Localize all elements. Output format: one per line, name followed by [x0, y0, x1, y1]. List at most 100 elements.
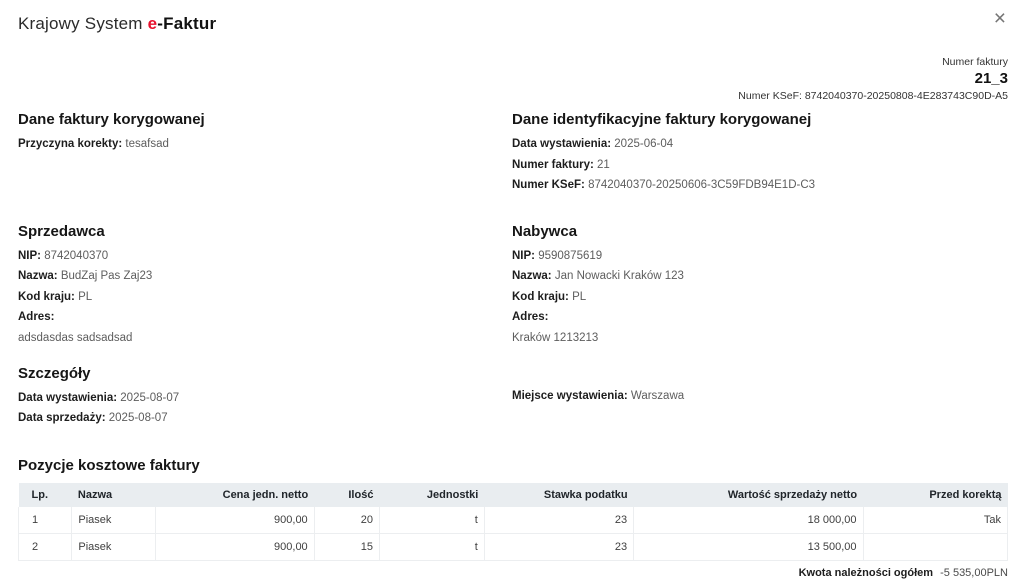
field-value: 2025-08-07	[120, 392, 179, 404]
field-label: Adres:	[512, 311, 548, 323]
corrected-invoice-heading: Dane faktury korygowanej	[18, 111, 512, 128]
cell-quantity: 15	[314, 533, 379, 560]
field-label: NIP:	[512, 250, 535, 262]
field-value: PL	[572, 291, 586, 303]
section-buyer: Nabywca NIP: 9590875619 Nazwa: Jan Nowac…	[512, 223, 1008, 344]
field-value: 8742040370	[44, 250, 108, 262]
seller-heading: Sprzedawca	[18, 223, 512, 240]
cell-tax-rate: 23	[484, 507, 633, 534]
buyer-heading: Nabywca	[512, 223, 1008, 240]
field-label: Przyczyna korekty:	[18, 138, 122, 150]
items-table-header-row: Lp. Nazwa Cena jedn. netto Ilość Jednost…	[19, 483, 1008, 507]
col-header-net-sale-value: Wartość sprzedaży netto	[634, 483, 863, 507]
section-issue-place: Miejsce wystawienia: Warszawa	[512, 365, 1008, 432]
items-table-heading: Pozycje kosztowe faktury	[18, 457, 1008, 474]
total-amount-row: Kwota należności ogółem -5 535,00PLN	[18, 567, 1008, 579]
invoice-number-value: 21_3	[18, 70, 1008, 87]
buyer-address-line: Kraków 1213213	[512, 332, 1008, 344]
field-buyer-nip: NIP: 9590875619	[512, 249, 1008, 265]
section-details: Szczegóły Data wystawienia: 2025-08-07 D…	[18, 365, 512, 432]
field-seller-country: Kod kraju: PL	[18, 290, 512, 306]
invoice-number-label: Numer faktury	[18, 56, 1008, 68]
field-label: Kod kraju:	[18, 291, 75, 303]
field-value: 9590875619	[538, 250, 602, 262]
field-buyer-name: Nazwa: Jan Nowacki Kraków 123	[512, 269, 1008, 285]
field-ksef-number: Numer KSeF: 8742040370-20250606-3C59FDB9…	[512, 178, 1008, 194]
field-label: NIP:	[18, 250, 41, 262]
field-correction-reason: Przyczyna korekty: tesafsad	[18, 137, 512, 153]
field-invoice-number: Numer faktury: 21	[512, 158, 1008, 174]
page-title-prefix: Krajowy System	[18, 14, 148, 33]
field-seller-address-label: Adres:	[18, 310, 512, 326]
col-header-unit-net-price: Cena jedn. netto	[156, 483, 314, 507]
invoice-view: Krajowy System e-Faktur × Numer faktury …	[0, 0, 1024, 446]
field-label: Miejsce wystawienia:	[512, 390, 628, 402]
corrected-ids-heading: Dane identyfikacyjne faktury korygowanej	[512, 111, 1008, 128]
field-label: Nazwa:	[512, 270, 552, 282]
field-label: Data wystawienia:	[512, 138, 611, 150]
section-seller: Sprzedawca NIP: 8742040370 Nazwa: BudZaj…	[18, 223, 512, 344]
field-label: Data wystawienia:	[18, 392, 117, 404]
section-corrected-invoice: Dane faktury korygowanej Przyczyna korek…	[18, 111, 512, 199]
col-header-before-correction: Przed korektą	[863, 483, 1007, 507]
field-value: 8742040370-20250606-3C59FDB94E1D-C3	[588, 179, 815, 191]
cell-units: t	[379, 507, 484, 534]
field-value: PL	[78, 291, 92, 303]
field-value: 2025-08-07	[109, 412, 168, 424]
cell-tax-rate: 23	[484, 533, 633, 560]
items-table: Lp. Nazwa Cena jedn. netto Ilość Jednost…	[18, 483, 1008, 561]
details-heading: Szczegóły	[18, 365, 512, 382]
seller-address-line: adsdasdas sadsadsad	[18, 332, 512, 344]
col-header-tax-rate: Stawka podatku	[484, 483, 633, 507]
field-details-issue-date: Data wystawienia: 2025-08-07	[18, 391, 512, 407]
section-corrected-invoice-ids: Dane identyfikacyjne faktury korygowanej…	[512, 111, 1008, 199]
section-row-parties: Sprzedawca NIP: 8742040370 Nazwa: BudZaj…	[18, 223, 1008, 344]
close-icon: ×	[994, 7, 1006, 30]
section-row-corrected: Dane faktury korygowanej Przyczyna korek…	[18, 111, 1008, 199]
cell-lp: 1	[19, 507, 72, 534]
close-button[interactable]: ×	[992, 8, 1008, 29]
col-header-name: Nazwa	[72, 483, 156, 507]
cell-before-correction	[863, 533, 1007, 560]
field-issue-place: Miejsce wystawienia: Warszawa	[512, 389, 1008, 405]
field-label: Kod kraju:	[512, 291, 569, 303]
cell-lp: 2	[19, 533, 72, 560]
brand-rest: -Faktur	[157, 14, 216, 33]
field-label: Numer KSeF:	[512, 179, 585, 191]
field-value: BudZaj Pas Zaj23	[61, 270, 152, 282]
cell-units: t	[379, 533, 484, 560]
field-buyer-country: Kod kraju: PL	[512, 290, 1008, 306]
invoice-ksef-number: Numer KSeF: 8742040370-20250808-4E283743…	[18, 90, 1008, 102]
total-amount-value: -5 535,00PLN	[940, 567, 1008, 579]
field-label: Data sprzedaży:	[18, 412, 106, 424]
field-label: Numer faktury:	[512, 159, 594, 171]
cell-before-correction: Tak	[863, 507, 1007, 534]
col-header-lp: Lp.	[19, 483, 72, 507]
col-header-units: Jednostki	[379, 483, 484, 507]
section-row-details: Szczegóły Data wystawienia: 2025-08-07 D…	[18, 365, 1008, 432]
page-title: Krajowy System e-Faktur	[18, 10, 216, 34]
table-row: 2 Piasek 900,00 15 t 23 13 500,00	[19, 533, 1008, 560]
field-seller-nip: NIP: 8742040370	[18, 249, 512, 265]
field-value: tesafsad	[125, 138, 168, 150]
field-buyer-address-label: Adres:	[512, 310, 1008, 326]
cell-quantity: 20	[314, 507, 379, 534]
total-amount-label: Kwota należności ogółem	[799, 567, 933, 579]
field-label: Adres:	[18, 311, 54, 323]
cell-net-sale-value: 13 500,00	[634, 533, 863, 560]
invoice-meta: Numer faktury 21_3 Numer KSeF: 874204037…	[18, 56, 1008, 102]
cell-name: Piasek	[72, 533, 156, 560]
field-value: 21	[597, 159, 610, 171]
brand-e: e	[148, 14, 158, 33]
cell-net-sale-value: 18 000,00	[634, 507, 863, 534]
cell-unit-net-price: 900,00	[156, 533, 314, 560]
top-bar: Krajowy System e-Faktur ×	[18, 10, 1008, 34]
cell-unit-net-price: 900,00	[156, 507, 314, 534]
cell-name: Piasek	[72, 507, 156, 534]
field-seller-name: Nazwa: BudZaj Pas Zaj23	[18, 269, 512, 285]
field-value: Jan Nowacki Kraków 123	[555, 270, 684, 282]
field-label: Nazwa:	[18, 270, 58, 282]
field-details-sale-date: Data sprzedaży: 2025-08-07	[18, 411, 512, 427]
field-issue-date: Data wystawienia: 2025-06-04	[512, 137, 1008, 153]
field-value: Warszawa	[631, 390, 684, 402]
